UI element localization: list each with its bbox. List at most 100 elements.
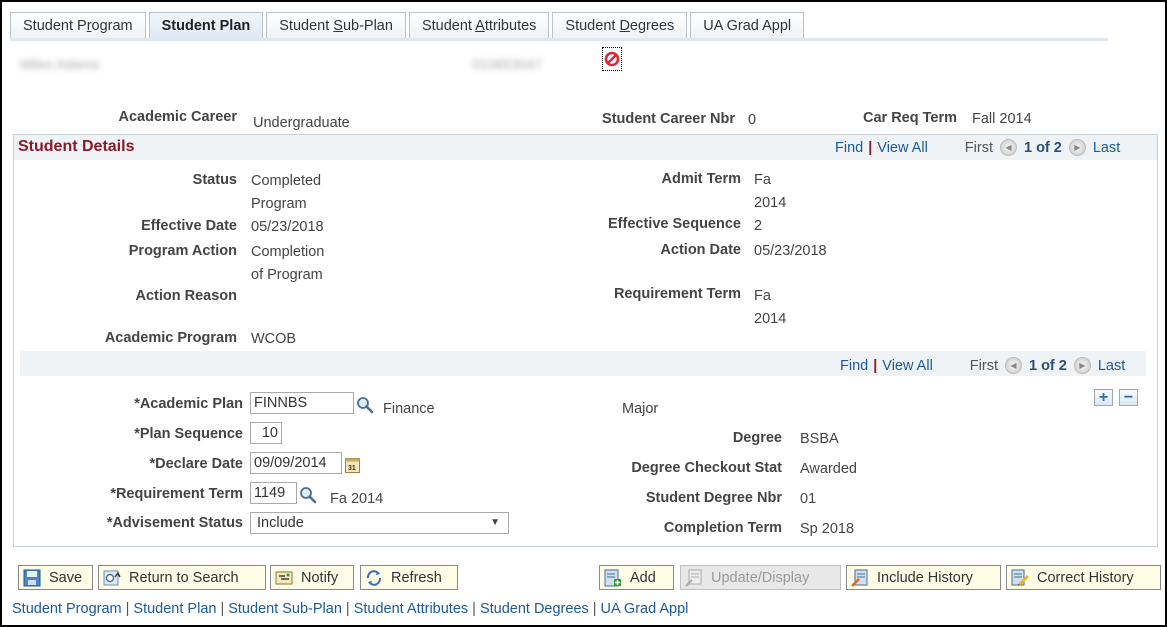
program-action-value-line2: of Program — [251, 267, 323, 283]
requirement-term-label: Requirement Term — [613, 286, 741, 302]
include-history-icon — [851, 569, 869, 587]
tab-student-sub-plan[interactable]: Student Sub-Plan — [266, 12, 406, 39]
footer-link-student-plan[interactable]: Student Plan — [133, 601, 216, 617]
update-display-icon — [685, 569, 703, 587]
svg-text:31: 31 — [348, 465, 356, 472]
tab-underline — [10, 38, 1108, 41]
details-first-label: First — [964, 139, 993, 156]
degree-label: Degree — [732, 430, 782, 446]
action-date-value: 05/23/2018 — [754, 243, 827, 259]
academic-program-label: Academic Program — [104, 330, 237, 346]
chevron-down-icon: ▼ — [490, 517, 500, 528]
action-reason-label: Action Reason — [135, 288, 237, 304]
status-label: Status — [192, 172, 237, 188]
return-to-search-button[interactable]: Return to Search — [98, 565, 266, 590]
academic-program-value: WCOB — [251, 331, 297, 347]
notify-button[interactable]: Notify — [270, 565, 354, 590]
completion-term-label: Completion Term — [663, 520, 782, 536]
status-value-line1: Completed — [251, 173, 322, 189]
declare-date-label: *Declare Date — [149, 456, 244, 472]
prev-arrow-icon[interactable]: ◀ — [999, 139, 1017, 156]
declare-date-input[interactable] — [250, 452, 342, 474]
effective-sequence-label: Effective Sequence — [608, 216, 741, 232]
plan-view-all-link[interactable]: View All — [882, 358, 933, 374]
student-name: Miles Adams — [20, 56, 100, 72]
program-action-label: Program Action — [128, 243, 237, 259]
advisement-status-label: *Advisement Status — [106, 515, 243, 531]
footer-link-student-degrees[interactable]: Student Degrees — [480, 601, 589, 617]
plan-sequence-label: *Plan Sequence — [134, 426, 243, 442]
career-nbr-label: Student Career Nbr — [602, 111, 735, 127]
details-nav: Find | View All First ◀ 1 of 2 ▶ Last — [835, 139, 1120, 156]
delete-row-button[interactable]: − — [1119, 389, 1138, 406]
requirement-term-value-line2: 2014 — [754, 311, 787, 327]
completion-term-value: Sp 2018 — [800, 521, 855, 537]
plan-nav: Find | View All First ◀ 1 of 2 ▶ Last — [840, 357, 1125, 374]
degree-value: BSBA — [800, 431, 839, 447]
refresh-icon — [365, 569, 383, 587]
admit-term-value-line1: Fa — [754, 172, 771, 188]
correct-history-button[interactable]: Correct History — [1006, 565, 1161, 590]
details-row-count: 1 of 2 — [1023, 139, 1062, 156]
advisement-status-select[interactable]: Include ▼ — [250, 512, 509, 534]
requirement-term-lookup-icon[interactable] — [299, 486, 317, 504]
tab-student-program[interactable]: Student Program — [10, 12, 146, 39]
career-nbr-value: 0 — [748, 112, 757, 128]
academic-plan-lookup-icon[interactable] — [356, 396, 374, 414]
add-icon — [604, 569, 622, 587]
effective-date-label: Effective Date — [141, 218, 237, 234]
details-find-link[interactable]: Find — [835, 140, 863, 156]
add-button[interactable]: Add — [599, 565, 674, 590]
save-button[interactable]: Save — [18, 565, 93, 590]
plan-find-link[interactable]: Find — [840, 358, 868, 374]
action-date-label: Action Date — [660, 242, 741, 258]
requirement-term-input[interactable] — [250, 482, 297, 504]
student-degree-nbr-value: 01 — [800, 491, 817, 507]
tab-student-plan[interactable]: Student Plan — [148, 12, 264, 39]
footer-link-ua-grad-appl[interactable]: UA Grad Appl — [601, 601, 689, 617]
footer-links: Student Program | Student Plan | Student Sub… — [12, 601, 689, 617]
academic-plan-input[interactable] — [250, 392, 354, 414]
update-display-button[interactable]: Update/Display — [680, 565, 841, 590]
plan-sequence-input[interactable] — [250, 422, 282, 444]
next-arrow-icon[interactable]: ▶ — [1068, 139, 1086, 156]
tab-ua-grad-appl[interactable]: UA Grad Appl — [690, 12, 805, 39]
effective-sequence-value: 2 — [754, 218, 763, 234]
footer-link-student-sub-plan[interactable]: Student Sub-Plan — [228, 601, 342, 617]
return-search-icon — [103, 569, 121, 587]
academic-career-value: Undergraduate — [253, 115, 350, 131]
correct-history-icon — [1011, 569, 1030, 587]
footer-link-student-program[interactable]: Student Program — [12, 601, 122, 617]
effective-date-value: 05/23/2018 — [251, 219, 324, 235]
admit-term-value-line2: 2014 — [754, 195, 787, 211]
details-last-link[interactable]: Last — [1093, 140, 1120, 156]
save-icon — [23, 569, 41, 587]
academic-plan-label: *Academic Plan — [134, 396, 243, 412]
program-action-value-line1: Completion — [251, 244, 325, 260]
academic-career-label: Academic Career — [118, 109, 238, 125]
student-degree-nbr-label: Student Degree Nbr — [645, 490, 782, 506]
student-details-title: Student Details — [18, 138, 135, 155]
page-tabs: Student Program Student Plan Student Sub… — [10, 12, 807, 40]
plan-first-label: First — [969, 357, 998, 374]
include-history-button[interactable]: Include History — [846, 565, 1001, 590]
plan-row-count: 1 of 2 — [1028, 357, 1067, 374]
admit-term-label: Admit Term — [661, 171, 742, 187]
academic-plan-description: Finance — [383, 401, 435, 417]
no-entry-icon[interactable] — [602, 47, 622, 71]
add-row-button[interactable]: + — [1094, 389, 1113, 406]
separator: | — [868, 139, 873, 156]
prev-arrow-icon[interactable]: ◀ — [1004, 357, 1022, 374]
footer-link-student-attributes[interactable]: Student Attributes — [354, 601, 468, 617]
plan-last-link[interactable]: Last — [1098, 358, 1125, 374]
plan-type-value: Major — [622, 401, 659, 417]
requirement-term-value-line1: Fa — [754, 288, 771, 304]
next-arrow-icon[interactable]: ▶ — [1073, 357, 1091, 374]
tab-student-degrees[interactable]: Student Degrees — [552, 12, 688, 39]
tab-student-attributes[interactable]: Student Attributes — [408, 12, 550, 39]
refresh-button[interactable]: Refresh — [360, 565, 458, 590]
degree-checkout-label: Degree Checkout Stat — [631, 460, 782, 476]
notify-icon — [275, 569, 293, 587]
calendar-icon[interactable]: 31 — [345, 456, 360, 473]
details-view-all-link[interactable]: View All — [877, 140, 928, 156]
